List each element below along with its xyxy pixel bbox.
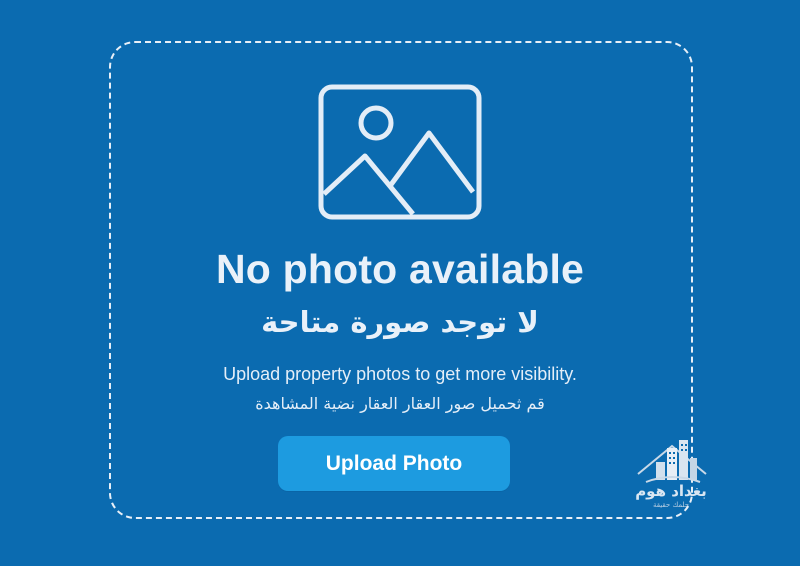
upload-photo-button[interactable]: Upload Photo xyxy=(278,436,510,491)
no-photo-title: No photo available xyxy=(215,246,585,292)
brand-tagline: حلمك حقيقة xyxy=(652,501,690,509)
brand-name: بغداد هوم xyxy=(635,482,707,500)
buildings-logo-icon xyxy=(637,440,707,483)
image-placeholder-icon xyxy=(318,84,482,220)
upload-hint: Upload property photos to get more visib… xyxy=(223,364,577,384)
upload-hint-arabic: قم ثحميل صور العقار العقار نضية المشاهدة xyxy=(255,394,545,413)
no-photo-title-arabic: لا توجد صورة متاحة xyxy=(261,305,539,339)
brand-logo: بغداد هوم حلمك حقيقة xyxy=(622,434,720,514)
